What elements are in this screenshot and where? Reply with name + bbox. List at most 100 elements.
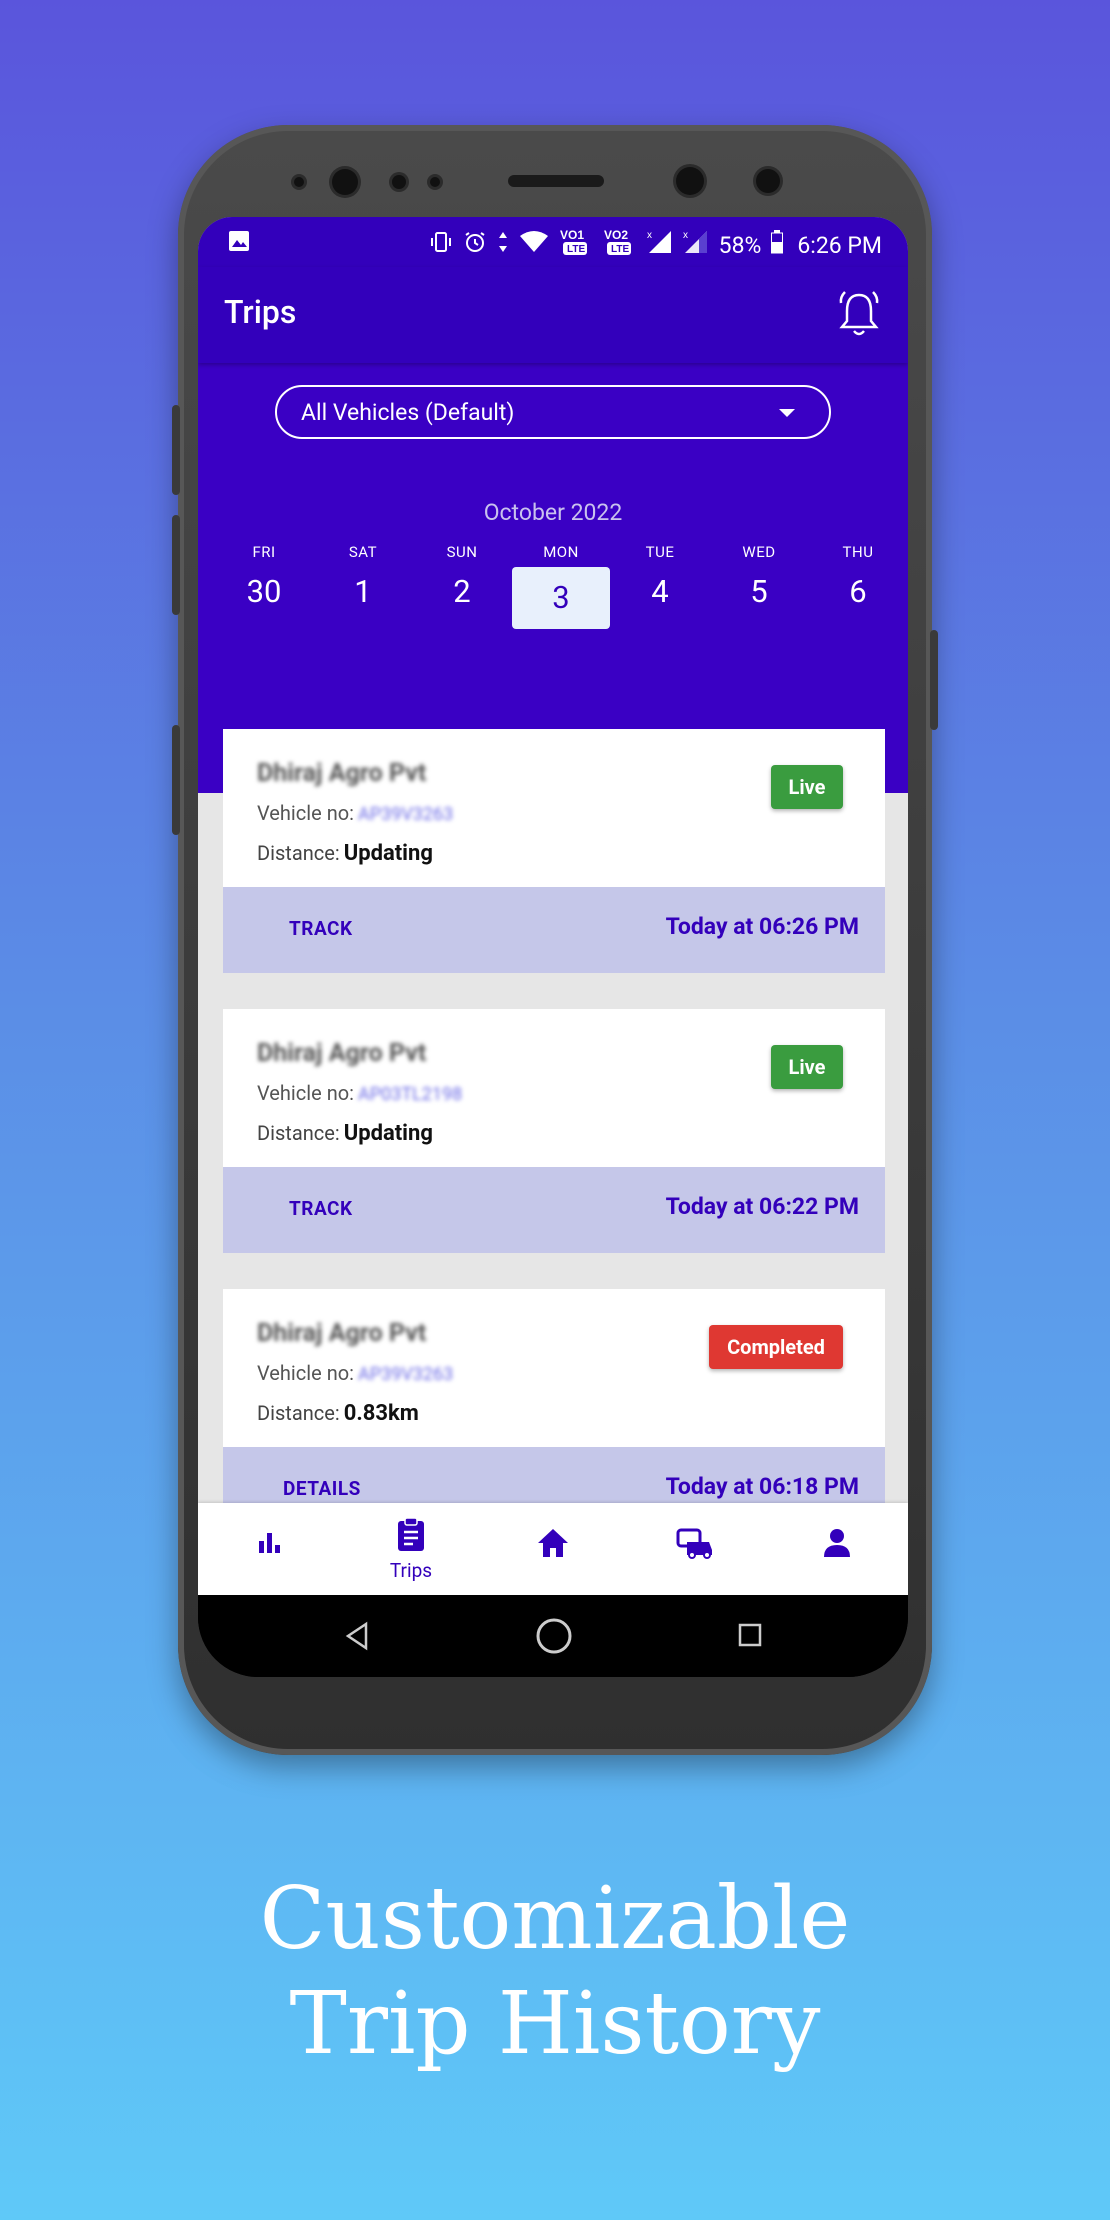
svg-text:LTE: LTE bbox=[611, 244, 629, 255]
day-number: 4 bbox=[651, 573, 669, 610]
svg-text:x: x bbox=[647, 230, 652, 241]
track-button[interactable]: TRACK bbox=[289, 1197, 353, 1220]
volume-up-button bbox=[172, 405, 180, 495]
signal2-icon: x bbox=[683, 229, 709, 261]
earpiece-speaker bbox=[508, 175, 604, 187]
status-bar: VO1 LTE VO2 LTE x x 58% 6:26 PM bbox=[198, 217, 908, 267]
alarm-icon bbox=[463, 230, 487, 260]
day-name: TUE bbox=[645, 543, 675, 561]
battery-icon bbox=[771, 230, 784, 260]
trip-card-body: Dhiraj Agro Pvt Vehicle no: AP39V3263 Dis… bbox=[223, 729, 885, 887]
phone-screen: VO1 LTE VO2 LTE x x 58% 6:26 PM Trips Al… bbox=[198, 217, 908, 1677]
calendar-day[interactable]: FRI 30 bbox=[215, 537, 313, 610]
data-arrows-icon bbox=[497, 230, 509, 260]
page-title: Trips bbox=[224, 293, 297, 331]
home-icon bbox=[536, 1529, 570, 1563]
status-badge: Completed bbox=[709, 1325, 843, 1369]
app-area: VO1 LTE VO2 LTE x x 58% 6:26 PM Trips Al… bbox=[198, 217, 908, 1595]
recents-icon[interactable] bbox=[738, 1623, 762, 1651]
day-name: WED bbox=[742, 543, 776, 561]
bixby-button bbox=[172, 725, 180, 835]
gallery-notification-icon bbox=[228, 230, 250, 258]
trip-card-footer: TRACK Today at 06:26 PM bbox=[223, 887, 885, 973]
day-name: FRI bbox=[252, 543, 276, 561]
vehicle-no-value: AP39V3263 bbox=[357, 1364, 454, 1385]
svg-text:VO2: VO2 bbox=[604, 228, 628, 242]
trip-time: Today at 06:22 PM bbox=[665, 1193, 859, 1220]
signal1-icon: x bbox=[647, 229, 673, 261]
calendar-day[interactable]: TUE 4 bbox=[611, 537, 709, 610]
iris-sensor bbox=[756, 169, 780, 193]
nav-reports[interactable] bbox=[198, 1503, 340, 1595]
vibrate-icon bbox=[429, 230, 453, 260]
trip-company: Dhiraj Agro Pvt bbox=[257, 1319, 427, 1348]
svg-text:x: x bbox=[683, 230, 688, 241]
status-badge: Live bbox=[771, 1045, 843, 1089]
distance-row: Distance: Updating bbox=[257, 1121, 433, 1146]
distance-label: Distance: bbox=[257, 1121, 340, 1145]
trip-card-body: Dhiraj Agro Pvt Vehicle no: AP03TL2198 Di… bbox=[223, 1009, 885, 1167]
phone-top-bezel bbox=[178, 125, 932, 215]
nav-profile[interactable] bbox=[766, 1503, 908, 1595]
trip-card[interactable]: Dhiraj Agro Pvt Vehicle no: AP03TL2198 Di… bbox=[223, 1009, 885, 1253]
caption-line-2: Trip History bbox=[289, 1974, 821, 2074]
trip-card-body: Dhiraj Agro Pvt Vehicle no: AP39V3263 Dis… bbox=[223, 1289, 885, 1447]
distance-label: Distance: bbox=[257, 1401, 340, 1425]
day-name: SUN bbox=[446, 543, 478, 561]
vehicle-no-row: Vehicle no: AP03TL2198 bbox=[257, 1081, 462, 1105]
sensor-dot bbox=[430, 177, 440, 187]
status-badge: Live bbox=[771, 765, 843, 809]
distance-label: Distance: bbox=[257, 841, 340, 865]
nav-home[interactable] bbox=[482, 1503, 624, 1595]
day-name: MON bbox=[543, 543, 579, 561]
bottom-navigation: Trips bbox=[198, 1503, 908, 1595]
back-icon[interactable] bbox=[344, 1621, 370, 1655]
home-system-icon[interactable] bbox=[535, 1617, 573, 1659]
trip-card[interactable]: Dhiraj Agro Pvt Vehicle no: AP39V3263 Dis… bbox=[223, 1289, 885, 1533]
distance-value: 0.83km bbox=[343, 1401, 419, 1426]
vehicle-no-value: AP03TL2198 bbox=[357, 1084, 463, 1105]
day-number: 3 bbox=[552, 579, 570, 616]
clock: 6:26 PM bbox=[797, 231, 882, 259]
front-camera bbox=[332, 169, 358, 195]
app-toolbar: Trips bbox=[198, 267, 908, 363]
calendar-day[interactable]: SUN 2 bbox=[413, 537, 511, 610]
track-button[interactable]: TRACK bbox=[289, 917, 353, 940]
vehicles-icon bbox=[675, 1528, 715, 1563]
distance-value: Updating bbox=[343, 841, 433, 866]
trip-card[interactable]: Dhiraj Agro Pvt Vehicle no: AP39V3263 Dis… bbox=[223, 729, 885, 973]
bar-chart-icon bbox=[254, 1533, 284, 1561]
vehicle-filter-dropdown[interactable]: All Vehicles (Default) bbox=[275, 385, 831, 439]
vehicle-no-label: Vehicle no: bbox=[257, 801, 354, 825]
trip-card-footer: TRACK Today at 06:22 PM bbox=[223, 1167, 885, 1253]
phone-frame: VO1 LTE VO2 LTE x x 58% 6:26 PM Trips Al… bbox=[172, 125, 938, 1755]
volte1-icon: VO1 LTE bbox=[559, 227, 593, 263]
battery-percent: 58% bbox=[718, 231, 762, 259]
vehicle-filter-value: All Vehicles (Default) bbox=[301, 399, 515, 426]
notification-bell-icon[interactable] bbox=[836, 289, 882, 343]
volume-down-button bbox=[172, 515, 180, 615]
distance-value: Updating bbox=[343, 1121, 433, 1146]
distance-row: Distance: Updating bbox=[257, 841, 433, 866]
power-button bbox=[930, 630, 938, 730]
calendar-week-strip: FRI 30 SAT 1 SUN 2 MON 3 TUE 4 WED 5 THU… bbox=[215, 537, 895, 629]
calendar-day[interactable]: SAT 1 bbox=[314, 537, 412, 610]
calendar-day-selected[interactable]: MON 3 bbox=[512, 537, 610, 629]
svg-text:LTE: LTE bbox=[567, 244, 585, 255]
day-number: 2 bbox=[453, 573, 471, 610]
nav-trips[interactable]: Trips bbox=[340, 1503, 482, 1595]
calendar-day[interactable]: WED 5 bbox=[710, 537, 808, 610]
day-number: 1 bbox=[354, 573, 372, 610]
sensor-dot bbox=[392, 175, 406, 189]
nav-trips-label: Trips bbox=[389, 1559, 433, 1582]
selected-day-highlight: 3 bbox=[512, 567, 610, 629]
clipboard-icon bbox=[394, 1517, 428, 1557]
details-button[interactable]: DETAILS bbox=[283, 1477, 361, 1500]
person-icon bbox=[822, 1529, 852, 1563]
nav-vehicles[interactable] bbox=[624, 1503, 766, 1595]
iris-camera bbox=[676, 167, 704, 195]
system-navigation-bar bbox=[198, 1595, 908, 1677]
trip-time: Today at 06:18 PM bbox=[665, 1473, 859, 1500]
day-number: 30 bbox=[246, 573, 282, 610]
calendar-day[interactable]: THU 6 bbox=[809, 537, 907, 610]
